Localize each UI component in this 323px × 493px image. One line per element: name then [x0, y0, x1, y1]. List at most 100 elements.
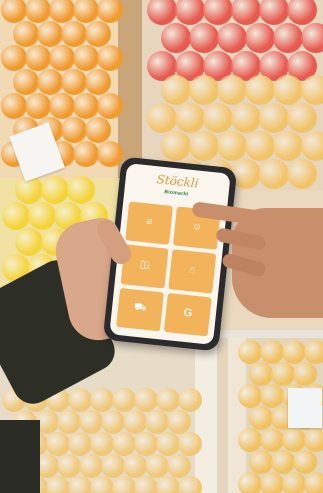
potato [90, 432, 114, 456]
g-icon: G [182, 307, 193, 320]
potato [293, 450, 317, 474]
potato [238, 340, 262, 364]
app-tile[interactable]: ⛟ [116, 287, 164, 332]
apple [203, 103, 233, 133]
potato [178, 388, 202, 412]
potato [46, 432, 70, 456]
potato [112, 476, 136, 493]
price-tag [288, 388, 322, 428]
potato [167, 410, 191, 434]
cart-icon: ⛟ [133, 301, 148, 315]
potato [178, 476, 202, 493]
potato [145, 410, 169, 434]
potato [249, 406, 273, 430]
potato [112, 432, 136, 456]
potato [156, 476, 180, 493]
app-tile[interactable]: ⌂ [168, 249, 217, 294]
orange [25, 45, 51, 71]
potato [282, 340, 306, 364]
tag-icon: ⌂ [188, 264, 197, 276]
apple [245, 75, 275, 105]
lemon [28, 202, 56, 230]
apple [189, 75, 219, 105]
app-tile[interactable]: ≡ [125, 201, 174, 246]
apple [301, 75, 323, 105]
orange [49, 45, 75, 71]
apple [273, 131, 303, 161]
potato [260, 384, 284, 408]
apple [287, 103, 317, 133]
potato [79, 454, 103, 478]
potato [304, 472, 323, 493]
orange [97, 93, 123, 119]
apple [175, 103, 205, 133]
potato [112, 388, 136, 412]
apple [259, 159, 289, 189]
orange [85, 69, 111, 95]
apple [301, 23, 323, 53]
potato [156, 388, 180, 412]
orange [61, 117, 87, 143]
apple [231, 103, 261, 133]
app-menu-grid: ≡ ☺ ◫ ⌂ ⛟ G [116, 201, 221, 337]
potato [68, 476, 92, 493]
potato [304, 340, 323, 364]
photo-scene: Stöckli Biomarkt ≡ ☺ ◫ ⌂ ⛟ G [0, 0, 323, 493]
potato [282, 428, 306, 452]
orange [37, 69, 63, 95]
person-icon: ☺ [191, 220, 203, 233]
potato [101, 454, 125, 478]
orange [1, 45, 27, 71]
orange [61, 21, 87, 47]
apple [245, 23, 275, 53]
left-sleeve-lower [0, 420, 40, 493]
orange [97, 45, 123, 71]
apple [245, 131, 275, 161]
lemon [41, 176, 69, 204]
potato [68, 388, 92, 412]
potato [145, 454, 169, 478]
orange [13, 21, 39, 47]
apple [161, 75, 191, 105]
lemon [2, 202, 30, 230]
apple [189, 131, 219, 161]
lemon [15, 228, 43, 256]
list-icon: ≡ [145, 216, 153, 228]
orange [97, 141, 123, 167]
orange [73, 141, 99, 167]
potato [46, 476, 70, 493]
potato [90, 388, 114, 412]
bag-icon: ◫ [139, 258, 150, 271]
potato [238, 472, 262, 493]
lemon [67, 176, 95, 204]
potato [249, 450, 273, 474]
apple [161, 131, 191, 161]
app-tile[interactable]: G [163, 292, 212, 337]
apple [217, 23, 247, 53]
potato [293, 362, 317, 386]
apple [147, 103, 177, 133]
potato [304, 428, 323, 452]
potato [134, 476, 158, 493]
potato [68, 432, 92, 456]
orange [13, 69, 39, 95]
potato [134, 388, 158, 412]
apple [189, 23, 219, 53]
potato [282, 472, 306, 493]
potato [57, 410, 81, 434]
potato [260, 428, 284, 452]
potato [260, 340, 284, 364]
orange [73, 93, 99, 119]
apple [273, 75, 303, 105]
potato [123, 410, 147, 434]
potato [90, 476, 114, 493]
potato [101, 410, 125, 434]
orange [37, 21, 63, 47]
apple [161, 23, 191, 53]
orange [61, 69, 87, 95]
crate-rim [195, 338, 217, 493]
potato [271, 450, 295, 474]
orange [73, 45, 99, 71]
potato [238, 428, 262, 452]
apple [217, 75, 247, 105]
